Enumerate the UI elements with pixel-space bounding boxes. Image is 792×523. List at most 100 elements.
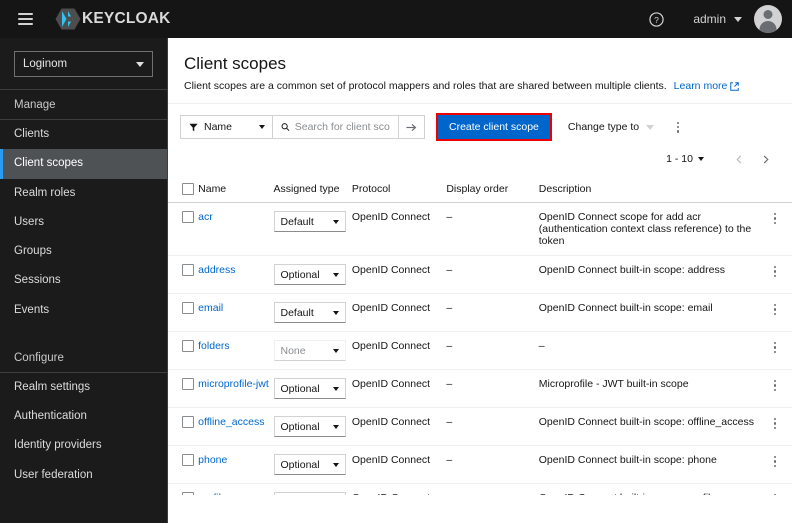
row-kebab-menu-icon[interactable] — [762, 264, 788, 278]
client-scope-link[interactable]: phone — [198, 454, 227, 466]
filter-attribute-select[interactable]: Name — [180, 115, 273, 140]
row-select-cell — [168, 369, 199, 409]
pagination-per-page-chevron-down-icon[interactable] — [698, 157, 704, 162]
table-scroll-region[interactable]: Name Assigned type Protocol Display orde… — [168, 177, 792, 496]
create-client-scope-button[interactable]: Create client scope — [438, 115, 550, 140]
table-body: acr Default OpenID Connect – OpenID Connect … — [168, 202, 792, 496]
row-kebab-menu-icon[interactable] — [762, 492, 788, 496]
sidebar-item-groups[interactable]: Groups — [0, 237, 167, 266]
assigned-type-select[interactable]: Optional — [273, 454, 346, 476]
assigned-type-select[interactable]: Optional — [273, 264, 346, 286]
row-kebab-menu-icon[interactable] — [762, 340, 788, 354]
assigned-type-select[interactable]: Optional — [273, 378, 346, 400]
chevron-down-icon — [646, 124, 655, 130]
chevron-down-icon — [332, 424, 339, 429]
arrow-right-icon — [406, 123, 417, 131]
sidebar-item-identity-providers[interactable]: Identity providers — [0, 431, 167, 460]
help-circle-icon[interactable]: ? — [641, 4, 671, 34]
row-checkbox[interactable] — [182, 211, 194, 224]
client-scope-link[interactable]: email — [198, 302, 223, 314]
toolbar: Name Create cl — [168, 104, 792, 146]
search-submit-button[interactable] — [399, 115, 425, 140]
column-header-assigned-type[interactable]: Assigned type — [273, 177, 352, 204]
table-header-row: Name Assigned type Protocol Display orde… — [168, 177, 792, 204]
toolbar-kebab-menu-icon[interactable] — [668, 115, 688, 139]
column-header-description[interactable]: Description — [538, 177, 762, 204]
keycloak-admin-console: KEYCLOAK ? admin Loginom Manage Clients … — [0, 0, 792, 523]
chevron-down-icon — [136, 61, 144, 67]
client-scope-link[interactable]: folders — [198, 340, 230, 352]
row-checkbox[interactable] — [182, 492, 194, 496]
row-kebab-menu-icon[interactable] — [762, 416, 788, 430]
assigned-type-select[interactable]: Default — [273, 492, 346, 496]
column-header-protocol[interactable]: Protocol — [351, 177, 447, 204]
cell-assigned-type: Optional — [273, 445, 352, 485]
row-kebab-menu-icon[interactable] — [762, 378, 788, 392]
column-header-name[interactable]: Name — [198, 177, 274, 204]
learn-more-label: Learn more — [673, 80, 728, 93]
sidebar-item-users[interactable]: Users — [0, 208, 167, 237]
sidebar-item-realm-settings[interactable]: Realm settings — [0, 373, 167, 402]
realm-selector-wrapper: Loginom — [0, 38, 167, 89]
sidebar-item-clients[interactable]: Clients — [0, 120, 167, 149]
column-header-display-order[interactable]: Display order — [446, 177, 539, 204]
filter-search-group: Name — [180, 115, 425, 140]
cell-description: OpenID Connect built-in scope: email — [538, 293, 762, 333]
avatar[interactable] — [754, 5, 782, 33]
sidebar-item-authentication[interactable]: Authentication — [0, 402, 167, 431]
row-select-cell — [168, 445, 199, 485]
pagination-next-button[interactable] — [752, 148, 778, 170]
filter-attribute-value: Name — [204, 121, 233, 134]
cell-assigned-type: Default — [273, 483, 352, 496]
row-checkbox[interactable] — [182, 340, 194, 353]
search-input[interactable] — [294, 121, 390, 134]
row-checkbox[interactable] — [182, 264, 194, 277]
cell-name: phone — [198, 445, 274, 485]
hamburger-icon[interactable] — [6, 0, 44, 38]
client-scope-link[interactable]: address — [198, 264, 235, 276]
user-menu[interactable]: admin — [693, 12, 742, 26]
sidebar-item-user-federation[interactable]: User federation — [0, 461, 167, 490]
cell-description: OpenID Connect built-in scope: phone — [538, 445, 762, 485]
assigned-type-select[interactable]: Default — [273, 302, 346, 324]
row-checkbox[interactable] — [182, 454, 194, 467]
assigned-type-select[interactable]: Optional — [273, 416, 346, 438]
sidebar-item-client-scopes[interactable]: Client scopes — [0, 149, 167, 179]
row-checkbox[interactable] — [182, 302, 194, 315]
cell-protocol: OpenID Connect — [351, 483, 447, 496]
row-checkbox[interactable] — [182, 416, 194, 429]
row-kebab-menu-icon[interactable] — [762, 454, 788, 468]
client-scope-link[interactable]: acr — [198, 211, 213, 223]
page-subtitle: Client scopes are a common set of protoc… — [184, 80, 667, 93]
sidebar-item-events[interactable]: Events — [0, 296, 167, 325]
search-icon — [281, 123, 290, 132]
main-content: Client scopes Client scopes are a common… — [168, 38, 792, 523]
select-all-header — [168, 177, 199, 204]
table-row: acr Default OpenID Connect – OpenID Connect … — [168, 202, 792, 257]
assigned-type-select[interactable]: Default — [273, 211, 346, 233]
client-scope-link[interactable]: microprofile-jwt — [198, 378, 269, 390]
client-scope-link[interactable]: offline_access — [198, 416, 264, 428]
client-scope-link[interactable]: profile — [198, 492, 227, 495]
username-label: admin — [693, 12, 726, 26]
assigned-type-select[interactable]: None — [273, 340, 346, 362]
page-title: Client scopes — [184, 54, 287, 73]
row-checkbox[interactable] — [182, 378, 194, 391]
cell-description: Microprofile - JWT built-in scope — [538, 369, 762, 409]
row-kebab-menu-icon[interactable] — [762, 302, 788, 316]
sidebar-item-realm-roles[interactable]: Realm roles — [0, 179, 167, 208]
brand-logo[interactable]: KEYCLOAK — [55, 7, 171, 31]
row-kebab-menu-icon[interactable] — [762, 211, 788, 225]
learn-more-link[interactable]: Learn more — [674, 80, 740, 92]
sidebar-item-sessions[interactable]: Sessions — [0, 266, 167, 295]
table-row: email Default OpenID Connect – OpenID Connec… — [168, 293, 792, 333]
cell-assigned-type: Optional — [273, 255, 352, 295]
select-all-checkbox[interactable] — [182, 183, 194, 196]
realm-selector[interactable]: Loginom — [14, 51, 153, 77]
chevron-down-icon — [332, 348, 339, 353]
assigned-type-value: Default — [280, 215, 314, 228]
change-type-dropdown[interactable]: Change type to — [564, 115, 658, 139]
pagination-prev-button[interactable] — [726, 148, 752, 170]
row-select-cell — [168, 255, 199, 295]
cell-protocol: OpenID Connect — [351, 445, 447, 485]
